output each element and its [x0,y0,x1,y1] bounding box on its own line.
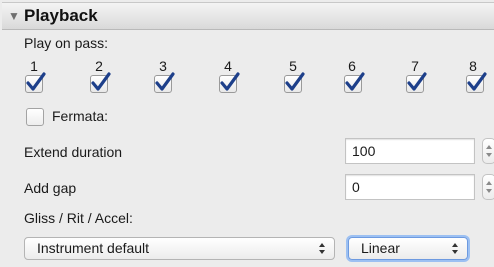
checkmark-icon [26,72,46,91]
disclosure-triangle-down-icon[interactable]: ▼ [8,9,24,23]
extend-duration-label: Extend duration [24,144,123,160]
pass-1-checkbox[interactable] [25,72,46,93]
checkmark-icon [407,72,427,91]
add-gap-field[interactable]: 0 [345,174,475,200]
curve-type-select[interactable]: Linear [348,237,468,260]
playback-panel: ▼ Playback Play on pass: 1 2 3 4 5 6 7 8… [0,0,494,267]
pass-3-checkbox[interactable] [154,72,175,93]
checkmark-icon [220,72,240,91]
stepper-down-icon[interactable] [486,189,492,193]
play-on-pass-label: Play on pass: [24,35,109,51]
instrument-default-select[interactable]: Instrument default [24,237,335,260]
pass-2-checkbox[interactable] [90,72,111,93]
pass-8-checkbox[interactable] [466,72,487,93]
popup-arrows-icon [319,243,326,255]
checkmark-icon [285,72,305,91]
stepper-down-icon[interactable] [486,153,492,157]
stepper-up-icon[interactable] [486,145,492,149]
section-title: Playback [24,6,98,25]
section-header[interactable]: ▼ Playback [2,2,494,30]
pass-7-checkbox[interactable] [406,72,427,93]
checkmark-icon [91,72,111,91]
checkmark-icon [155,72,175,91]
checkmark-icon [467,72,487,91]
extend-duration-field[interactable]: 100 [345,138,475,164]
add-gap-stepper[interactable] [482,174,494,200]
checkmark-icon [345,72,365,91]
fermata-label: Fermata: [52,108,109,124]
gliss-label: Gliss / Rit / Accel: [24,210,133,226]
pass-5-checkbox[interactable] [284,72,305,93]
curve-select-value: Linear [361,240,400,256]
pass-6-checkbox[interactable] [344,72,365,93]
instrument-select-value: Instrument default [37,240,150,256]
stepper-up-icon[interactable] [486,181,492,185]
popup-arrows-icon [452,243,459,255]
extend-duration-stepper[interactable] [482,138,494,164]
pass-4-checkbox[interactable] [219,72,240,93]
add-gap-label: Add gap [24,180,77,196]
fermata-checkbox[interactable] [26,108,44,126]
